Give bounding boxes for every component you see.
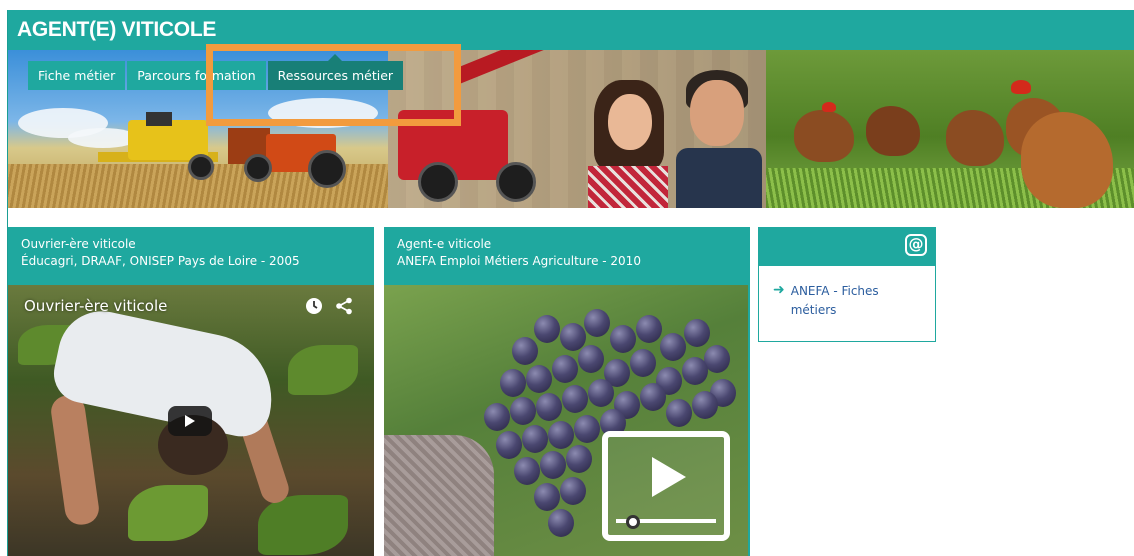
gloved-hand xyxy=(384,435,494,556)
grape xyxy=(548,421,574,449)
grape xyxy=(560,323,586,351)
grape xyxy=(684,319,710,347)
tab-parcours-formation[interactable]: Parcours formation xyxy=(127,61,266,90)
card-title: Agent-e viticole xyxy=(397,237,492,251)
grape xyxy=(666,399,692,427)
grape xyxy=(514,457,540,485)
grape xyxy=(610,325,636,353)
card-header: Ouvrier-ère viticole Éducagri, DRAAF, ON… xyxy=(8,227,374,285)
grape xyxy=(536,393,562,421)
hen-comb xyxy=(1011,80,1031,94)
card-header: Agent-e viticole ANEFA Emploi Métiers Ag… xyxy=(384,227,748,285)
grape xyxy=(566,445,592,473)
tab-ressources-metier[interactable]: Ressources métier xyxy=(267,54,404,90)
links-card: @ ➜ ANEFA - Fiches métiers xyxy=(758,227,936,342)
grape xyxy=(496,431,522,459)
grape xyxy=(540,451,566,479)
grape xyxy=(512,337,538,365)
grape xyxy=(534,483,560,511)
grape xyxy=(630,349,656,377)
vine-leaf xyxy=(288,345,358,395)
grape xyxy=(500,369,526,397)
grape xyxy=(534,315,560,343)
wheel xyxy=(244,154,272,182)
grape xyxy=(548,509,574,537)
at-icon: @ xyxy=(905,234,927,256)
video-card-agent: Agent-e viticole ANEFA Emploi Métiers Ag… xyxy=(384,227,750,556)
wheel xyxy=(308,150,346,188)
grape xyxy=(584,309,610,337)
vine-leaf xyxy=(258,495,348,555)
vine-leaf xyxy=(128,485,208,541)
video-title[interactable]: Ouvrier-ère viticole xyxy=(24,297,167,315)
arrow-right-icon: ➜ xyxy=(773,282,785,298)
grape xyxy=(562,385,588,413)
grape xyxy=(692,391,718,419)
tab-fiche-metier[interactable]: Fiche métier xyxy=(28,61,126,90)
page-frame: AGENT(E) VITICOLE Fiche métier Parcours … xyxy=(7,10,1134,556)
grape xyxy=(640,383,666,411)
hen xyxy=(866,106,920,156)
hen xyxy=(1021,112,1113,208)
grape xyxy=(484,403,510,431)
video-player[interactable]: Ouvrier-ère viticole xyxy=(8,285,374,556)
grape xyxy=(660,333,686,361)
banner-hens-photo xyxy=(766,50,1134,208)
page-title: AGENT(E) VITICOLE xyxy=(8,10,1134,50)
grape xyxy=(574,415,600,443)
grape xyxy=(682,357,708,385)
video-card-ouvrier: Ouvrier-ère viticole Éducagri, DRAAF, ON… xyxy=(8,227,374,556)
man-portrait xyxy=(676,70,762,208)
video-player[interactable] xyxy=(384,285,748,556)
harvester-cab xyxy=(146,112,172,126)
card-source: ANEFA Emploi Métiers Agriculture - 2010 xyxy=(397,254,641,268)
share-icon[interactable] xyxy=(334,297,354,317)
grape xyxy=(552,355,578,383)
video-play-badge-icon[interactable] xyxy=(602,431,730,541)
wheel xyxy=(496,162,536,202)
grape xyxy=(588,379,614,407)
card-title: Ouvrier-ère viticole xyxy=(21,237,136,251)
clock-icon[interactable] xyxy=(304,297,324,317)
links-list: ➜ ANEFA - Fiches métiers xyxy=(759,266,935,341)
wheel xyxy=(188,154,214,180)
grape xyxy=(560,477,586,505)
hen xyxy=(794,110,854,162)
play-icon[interactable] xyxy=(168,406,212,436)
tab-bar: Fiche métier Parcours formation Ressourc… xyxy=(28,54,404,90)
grape xyxy=(526,365,552,393)
grape xyxy=(522,425,548,453)
banner-people-photo xyxy=(388,50,766,208)
wheel xyxy=(418,162,458,202)
grape xyxy=(578,345,604,373)
cloud xyxy=(268,98,378,128)
hen xyxy=(946,110,1004,166)
card-source: Éducagri, DRAAF, ONISEP Pays de Loire - … xyxy=(21,254,300,268)
card-header: @ xyxy=(759,228,935,266)
anefa-fiches-metiers-link[interactable]: ANEFA - Fiches métiers xyxy=(791,282,921,320)
hen-comb xyxy=(822,102,836,112)
grape xyxy=(636,315,662,343)
list-item: ➜ ANEFA - Fiches métiers xyxy=(773,282,921,320)
person-arm xyxy=(49,393,101,527)
woman-portrait xyxy=(588,80,668,208)
grape xyxy=(510,397,536,425)
